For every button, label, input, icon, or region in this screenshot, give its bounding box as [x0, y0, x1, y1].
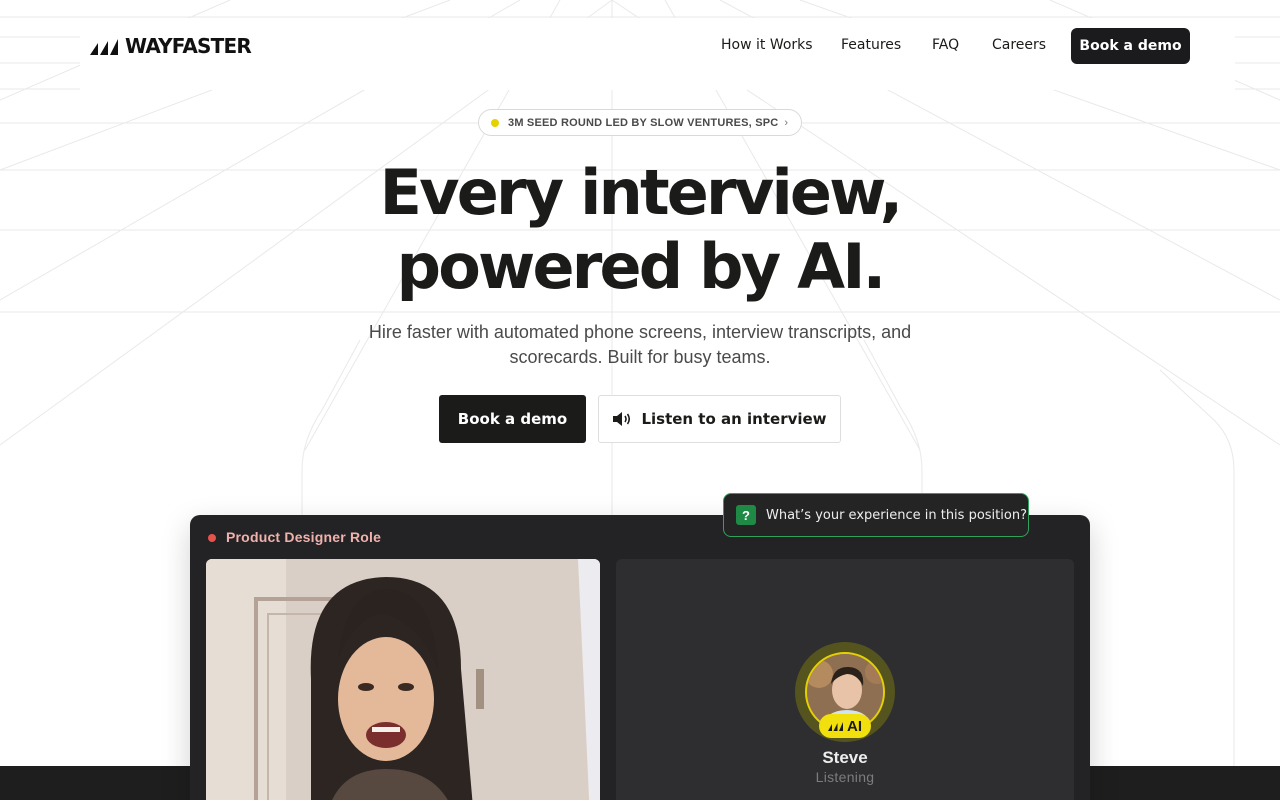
hero-title-line-1: Every interview, [379, 156, 904, 229]
candidate-video [206, 559, 600, 800]
ai-badge-label: AI [847, 717, 862, 735]
ai-interviewer-tile: AI Steve Listening [616, 559, 1074, 800]
wayfaster-logo-icon [90, 39, 118, 55]
nav-link-careers[interactable]: Careers [992, 37, 1046, 53]
announcement-text: 3M SEED ROUND LED BY SLOW VENTURES, SPC [508, 116, 779, 129]
recording-dot-icon [208, 534, 216, 542]
ai-interviewer-status: Listening [815, 769, 875, 785]
nav-book-demo-button[interactable]: Book a demo [1071, 28, 1190, 64]
chevron-right-icon: › [784, 116, 789, 129]
interview-question-bubble: ? What’s your experience in this positio… [723, 493, 1029, 537]
ai-interviewer-name: Steve [822, 748, 868, 767]
ai-badge: AI [819, 714, 871, 738]
wayfaster-mini-logo-icon [828, 722, 843, 731]
interview-question-text: What’s your experience in this position? [766, 507, 1027, 523]
interview-demo-panel: Product Designer Role AI Steve Listening [190, 515, 1090, 800]
hero-title-line-2: powered by AI. [396, 230, 886, 303]
listen-interview-label: Listen to an interview [641, 410, 827, 428]
funding-announcement-pill[interactable]: 3M SEED ROUND LED BY SLOW VENTURES, SPC … [478, 109, 802, 136]
nav-link-features[interactable]: Features [841, 37, 901, 53]
listen-interview-button[interactable]: Listen to an interview [598, 395, 841, 443]
nav-link-how-it-works[interactable]: How it Works [721, 37, 813, 53]
brand-logo[interactable]: WAYFASTER [90, 34, 252, 58]
speaker-icon [613, 412, 631, 426]
book-demo-button[interactable]: Book a demo [439, 395, 586, 443]
hero-title: Every interview, powered by AI. [280, 156, 1000, 304]
nav-link-faq[interactable]: FAQ [932, 37, 959, 53]
hero-subtitle: Hire faster with automated phone screens… [368, 322, 912, 367]
question-mark-icon: ? [736, 505, 756, 525]
announcement-dot-icon [491, 118, 499, 127]
candidate-video-image [206, 559, 600, 800]
ai-avatar-ring: AI [795, 642, 895, 742]
brand-name: WAYFASTER [125, 34, 252, 58]
top-navigation: WAYFASTER How it Works Features FAQ Care… [80, 18, 1235, 90]
role-label: Product Designer Role [226, 529, 382, 545]
